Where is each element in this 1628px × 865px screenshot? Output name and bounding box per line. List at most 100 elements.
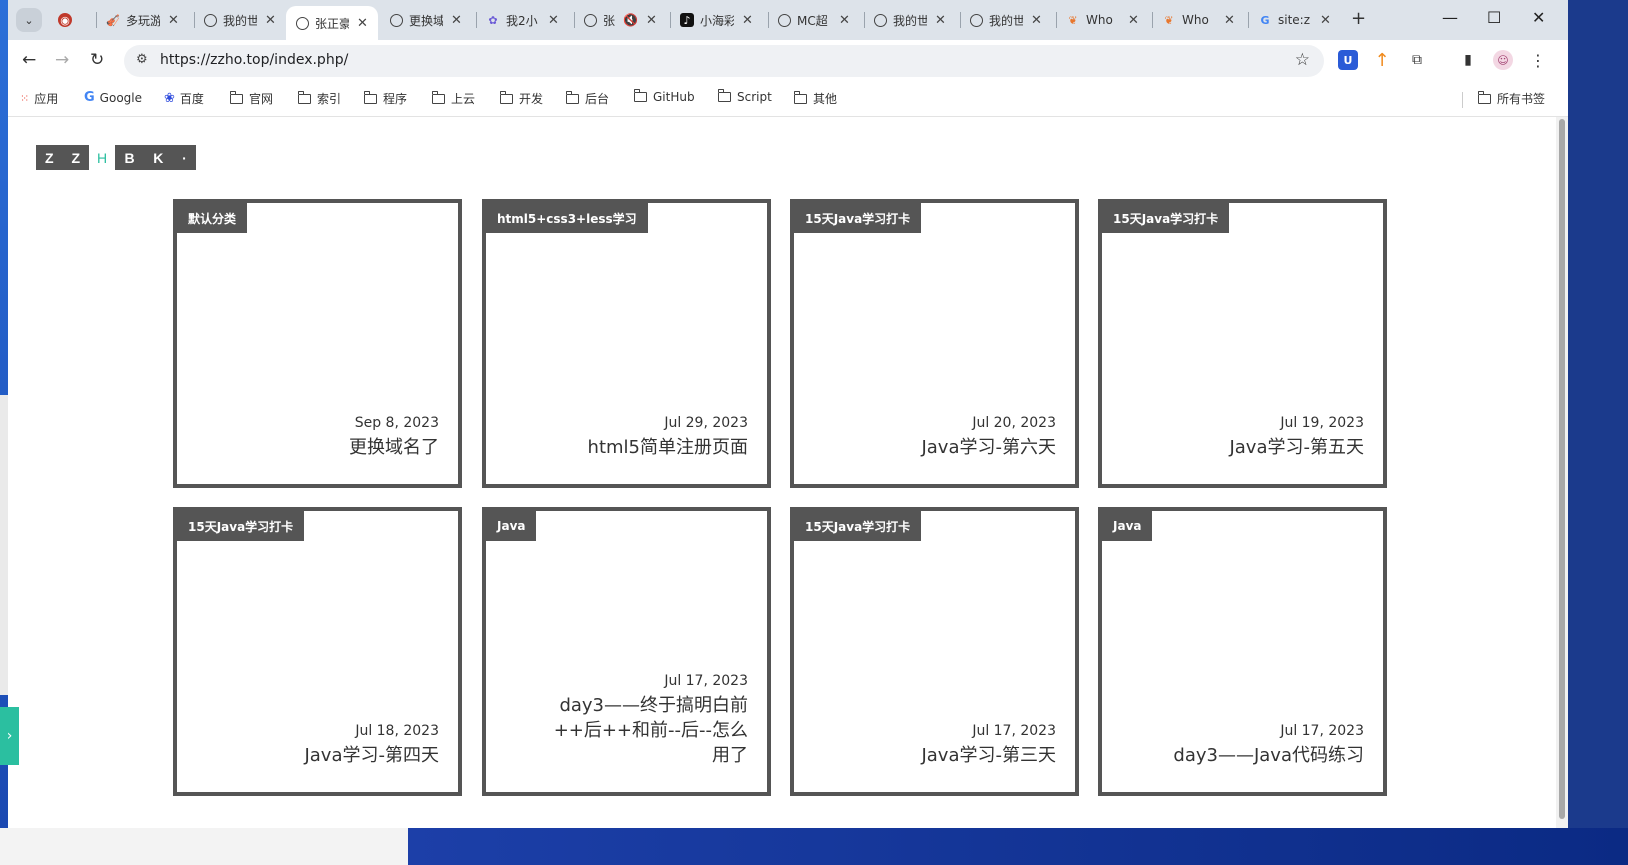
post-category-badge[interactable]: 默认分类 [177,203,248,233]
tab-13[interactable]: ❦ Who ✕ [1152,6,1248,34]
folder-icon [565,90,579,104]
bookmark-folder-script[interactable]: Script [717,89,772,104]
anime-icon: ✿ [488,13,498,27]
close-tab-icon[interactable]: ✕ [742,13,753,28]
folder-icon [633,89,647,102]
bookmark-google[interactable]: G Google [84,90,142,105]
close-tab-icon[interactable]: ✕ [1224,13,1235,28]
bookmark-folder-guanwang[interactable]: 官网 [229,90,273,107]
close-tab-icon[interactable]: ✕ [1128,13,1139,28]
post-title[interactable]: Java学习-第四天 [219,743,439,768]
post-category-badge[interactable]: html5+css3+less学习 [486,203,648,233]
bookmark-folder-github[interactable]: GitHub [633,89,695,104]
tab-10[interactable]: 我的世 ✕ [864,6,960,34]
maximize-icon[interactable]: ☐ [1487,8,1501,27]
folder-icon [431,90,445,104]
muted-speaker-icon[interactable]: 🔇 [623,13,638,27]
google-icon: G [84,90,95,105]
post-card[interactable]: Java Jul 17, 2023 day3——终于搞明白前++后++和前--后-… [482,507,771,796]
close-tab-icon[interactable]: ✕ [265,13,276,28]
close-tab-icon[interactable]: ✕ [839,13,850,28]
new-tab-button[interactable]: + [1351,8,1366,29]
side-drawer-toggle[interactable]: › [0,707,19,765]
post-title[interactable]: Java学习-第六天 [836,435,1056,460]
tab-7[interactable]: 张 🔇 ✕ [574,6,668,34]
post-category-badge[interactable]: 15天Java学习打卡 [1102,203,1230,233]
close-tab-icon[interactable]: ✕ [646,13,657,28]
close-tab-icon[interactable]: ✕ [1031,13,1042,28]
url-text[interactable]: https://zzho.top/index.php/ [160,52,348,68]
post-category-badge[interactable]: 15天Java学习打卡 [794,511,922,541]
post-title[interactable]: html5简单注册页面 [528,435,748,460]
apps-grid-icon: ⁙ [20,92,30,105]
profile-avatar[interactable]: ☺ [1493,50,1513,70]
bookmark-folder-suoyin[interactable]: 索引 [297,90,341,107]
post-category-badge[interactable]: Java [1102,511,1153,541]
globe-icon [970,13,983,27]
logo-block-left: Z Z [36,145,89,170]
close-tab-icon[interactable]: ✕ [548,13,559,28]
tab-12[interactable]: ❦ Who ✕ [1056,6,1152,34]
forward-arrow-icon[interactable]: → [55,50,69,70]
more-menu-icon[interactable]: ⋮ [1528,50,1548,70]
post-category-badge[interactable]: 15天Java学习打卡 [177,511,305,541]
tab-6[interactable]: ✿ 我2小 ✕ [476,6,574,34]
bookmark-folder-qita[interactable]: 其他 [793,90,837,107]
address-bar[interactable]: ⚙ https://zzho.top/index.php/ ☆ [124,45,1324,77]
bookmark-folder-houtai[interactable]: 后台 [565,90,609,107]
back-arrow-icon[interactable]: ← [22,50,36,70]
post-category-badge[interactable]: 15天Java学习打卡 [794,203,922,233]
post-card[interactable]: 默认分类 Sep 8, 2023 更换域名了 [173,199,462,488]
bookmark-star-icon[interactable]: ☆ [1295,50,1310,70]
flame-icon: ❦ [1068,13,1078,27]
post-category-badge[interactable]: Java [486,511,537,541]
globe-icon [778,13,791,27]
post-card[interactable]: Java Jul 17, 2023 day3——Java代码练习 [1098,507,1387,796]
close-tab-icon[interactable]: ✕ [357,16,368,31]
tab-2[interactable]: 🎻 多玩游 ✕ [96,6,194,34]
tab-14[interactable]: G site:z ✕ [1248,6,1344,34]
tab-active[interactable]: 张正豪 ✕ [286,6,378,40]
desktop-taskbar-window [0,828,408,865]
post-date: Jul 17, 2023 [972,723,1056,739]
tab-9[interactable]: MC超 ✕ [768,6,864,34]
side-panel-icon[interactable]: ▮ [1458,50,1478,70]
bookmark-folder-chengxu[interactable]: 程序 [363,90,407,107]
post-title[interactable]: Java学习-第三天 [836,743,1056,768]
close-tab-icon[interactable]: ✕ [451,13,462,28]
bookmark-apps[interactable]: ⁙ 应用 [20,90,58,107]
post-card[interactable]: 15天Java学习打卡 Jul 19, 2023 Java学习-第五天 [1098,199,1387,488]
page-scrollbar[interactable] [1556,117,1568,828]
post-title[interactable]: day3——Java代码练习 [1144,743,1364,768]
post-card[interactable]: 15天Java学习打卡 Jul 20, 2023 Java学习-第六天 [790,199,1079,488]
tab-1[interactable]: ◉ [48,6,96,34]
close-tab-icon[interactable]: ✕ [935,13,946,28]
upload-arrow-icon[interactable]: ↑ [1372,50,1392,71]
reload-icon[interactable]: ↻ [90,50,104,70]
bookmark-baidu[interactable]: ❀ 百度 [164,90,204,107]
tab-3[interactable]: 我的世 ✕ [194,6,286,34]
post-card[interactable]: 15天Java学习打卡 Jul 18, 2023 Java学习-第四天 [173,507,462,796]
close-tab-icon[interactable]: ✕ [168,13,179,28]
site-info-icon[interactable]: ⚙ [136,52,148,67]
post-card[interactable]: 15天Java学习打卡 Jul 17, 2023 Java学习-第三天 [790,507,1079,796]
bitwarden-icon[interactable]: U [1338,50,1358,70]
post-title[interactable]: 更换域名了 [219,435,439,460]
all-bookmarks-folder[interactable]: 所有书签 [1477,90,1545,107]
tab-strip: ⌄ ◉ 🎻 多玩游 ✕ 我的世 ✕ 张正豪 ✕ 更换域 ✕ ✿ 我2小 ✕ 张 … [8,0,1568,40]
post-card[interactable]: html5+css3+less学习 Jul 29, 2023 html5简单注册页… [482,199,771,488]
tab-8[interactable]: ♪ 小海彩 ✕ [670,6,768,34]
site-logo[interactable]: Z Z H B K · [36,145,197,170]
tab-search-button[interactable]: ⌄ [16,8,42,32]
scrollbar-thumb[interactable] [1559,119,1565,819]
post-title[interactable]: Java学习-第五天 [1144,435,1364,460]
post-title[interactable]: day3——终于搞明白前++后++和前--后--怎么用了 [548,693,748,768]
close-window-icon[interactable]: ✕ [1532,8,1545,27]
minimize-icon[interactable]: — [1442,8,1458,27]
tab-5[interactable]: 更换域 ✕ [380,6,474,34]
bookmark-folder-kaifa[interactable]: 开发 [499,90,543,107]
close-tab-icon[interactable]: ✕ [1320,13,1331,28]
bookmark-folder-shangyun[interactable]: 上云 [431,90,475,107]
tab-11[interactable]: 我的世 ✕ [960,6,1056,34]
extensions-puzzle-icon[interactable]: ⧉ [1407,50,1427,70]
